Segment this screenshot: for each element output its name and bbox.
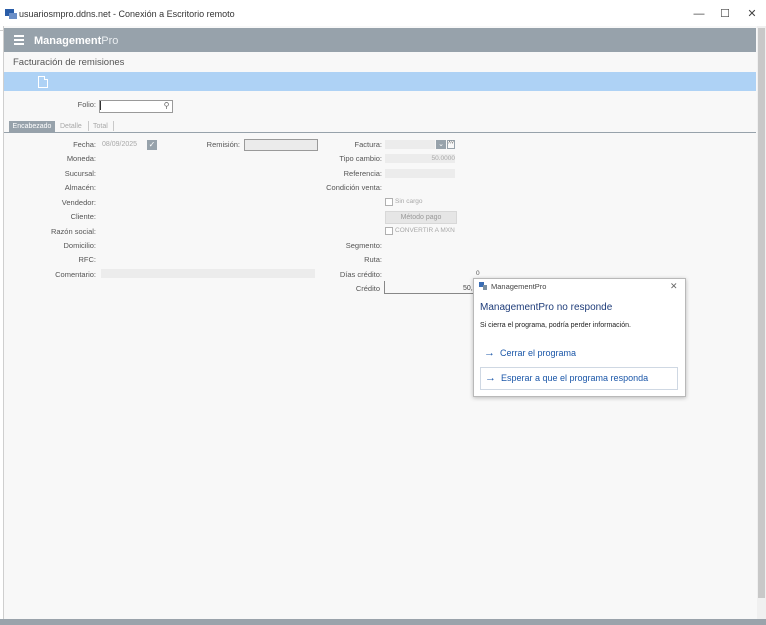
rfc-label: RFC: xyxy=(78,255,97,264)
folio-label: Folio: xyxy=(77,100,96,109)
convertir-label: CONVERTIR A MXN xyxy=(395,227,455,234)
tipo-cambio-label: Tipo cambio: xyxy=(339,154,382,163)
tab-detalle[interactable]: Detalle xyxy=(60,123,82,130)
referencia-label: Referencia: xyxy=(343,169,382,178)
page-title: Facturación de remisiones xyxy=(13,57,125,68)
app-brand: ManagementPro xyxy=(34,35,118,47)
remision-field[interactable] xyxy=(244,139,318,151)
tab-encabezado[interactable]: Encabezado xyxy=(9,121,55,133)
domicilio-label: Domicilio: xyxy=(63,241,96,250)
referencia-field[interactable] xyxy=(385,169,455,178)
comentario-label: Comentario: xyxy=(55,270,96,279)
tab-separator xyxy=(88,121,89,131)
comentario-field[interactable] xyxy=(101,269,315,278)
tab-underline xyxy=(4,132,756,133)
toolbar xyxy=(4,72,756,91)
segmento-label: Segmento: xyxy=(345,241,382,250)
sin-cargo-label: Sin cargo xyxy=(395,198,423,205)
dialog-close-icon[interactable]: ✕ xyxy=(670,281,678,292)
bottom-strip xyxy=(0,619,766,625)
remote-desktop-icon xyxy=(5,9,17,19)
credito-label: Crédito xyxy=(355,284,380,293)
convertir-checkbox[interactable] xyxy=(385,227,393,235)
hamburger-menu-icon[interactable] xyxy=(14,35,24,45)
dialog-message: Si cierra el programa, podría perder inf… xyxy=(480,322,631,329)
calendar-check-icon[interactable]: ✓ xyxy=(147,140,157,150)
brand-main: Management xyxy=(34,35,102,47)
close-program-label: Cerrar el programa xyxy=(500,348,577,358)
close-program-option[interactable]: → Cerrar el programa xyxy=(480,343,678,365)
scrollbar-thumb[interactable] xyxy=(758,28,765,598)
cliente-label: Cliente: xyxy=(70,212,96,221)
arrow-right-icon: → xyxy=(484,347,495,359)
remote-desktop-title: usuariosmpro.ddns.net - Conexión a Escri… xyxy=(19,9,235,19)
wait-program-option[interactable]: → Esperar a que el programa responda xyxy=(480,367,678,390)
search-icon[interactable]: ⚲ xyxy=(162,101,171,110)
chevron-down-icon[interactable]: ⌄ xyxy=(436,140,446,149)
remision-label: Remisión: xyxy=(206,140,240,149)
sin-cargo-checkbox[interactable] xyxy=(385,198,393,206)
tipo-cambio-field[interactable]: 50.0000 xyxy=(385,154,455,163)
factura-field[interactable] xyxy=(385,140,435,149)
metodo-pago-button[interactable]: Método pago xyxy=(385,211,457,224)
dias-credito-value: 0 xyxy=(476,270,480,277)
brand-pro: Pro xyxy=(101,35,119,47)
new-document-icon[interactable] xyxy=(38,76,48,88)
credito-value: 50, xyxy=(463,285,473,292)
wait-program-label: Esperar a que el programa responda xyxy=(501,373,649,383)
sucursal-label: Sucursal: xyxy=(64,169,96,178)
minimize-button[interactable]: — xyxy=(690,6,708,22)
fecha-label: Fecha: xyxy=(73,140,96,149)
ruta-label: Ruta: xyxy=(364,255,382,264)
close-window-button[interactable]: ✕ xyxy=(743,6,761,22)
moneda-label: Moneda: xyxy=(66,154,96,163)
tab-total[interactable]: Total xyxy=(93,123,108,130)
almacen-label: Almacén: xyxy=(64,183,96,192)
arrow-right-icon: → xyxy=(485,372,496,384)
dialog-heading: ManagementPro no responde xyxy=(480,302,613,313)
dias-credito-label: Días crédito: xyxy=(339,270,382,279)
app-icon xyxy=(479,282,487,290)
condicion-venta-label: Condición venta: xyxy=(326,183,382,192)
vendedor-label: Vendedor: xyxy=(61,198,96,207)
text-cursor xyxy=(100,101,101,110)
tab-separator xyxy=(113,121,114,131)
stepper-icon[interactable]: ˄˅ xyxy=(447,140,455,149)
factura-label: Factura: xyxy=(354,140,382,149)
maximize-button[interactable]: ☐ xyxy=(716,6,734,22)
razon-social-label: Razón social: xyxy=(50,227,96,236)
dialog-app-name: ManagementPro xyxy=(491,282,547,291)
fecha-value[interactable]: 08/09/2025 xyxy=(102,141,137,148)
